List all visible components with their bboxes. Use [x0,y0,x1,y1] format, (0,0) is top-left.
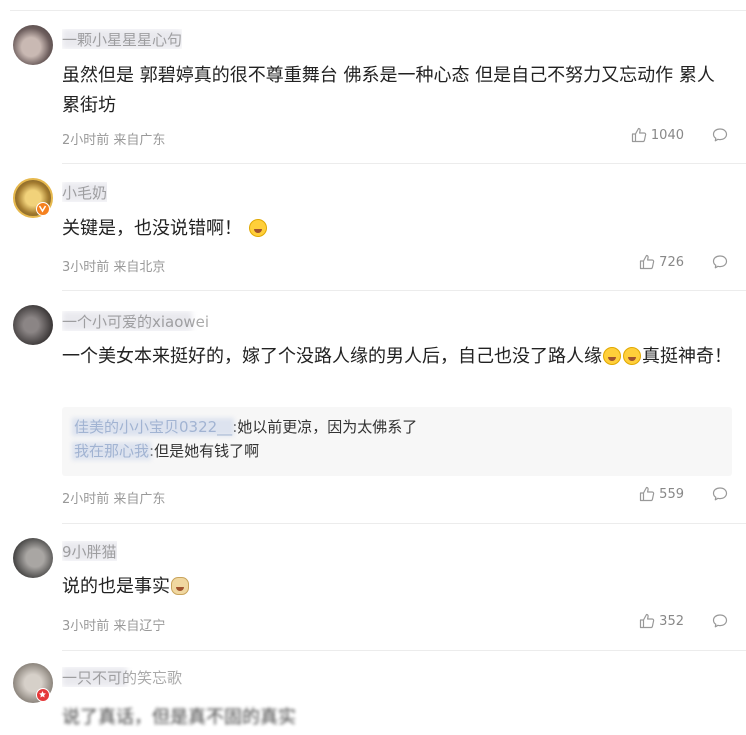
comment-item: 9小胖猫 说的也是事实 3小时前 来自辽宁 352 [0,524,746,651]
reply-text: :但是她有钱了啊 [149,442,260,460]
comment-location: 来自北京 [113,260,166,275]
reply-button[interactable] [712,127,728,143]
username[interactable]: 一个小可爱的xiaowei [62,311,209,331]
username[interactable]: 一只不可的笑忘歌 [62,667,182,687]
thumbs-up-icon [640,486,655,502]
thumbs-up-icon [640,613,655,629]
comment-text: 虽然但是 郭碧婷真的很不尊重舞台 佛系是一种心态 但是自己不努力又忘动作 累人累… [62,65,715,116]
avatar[interactable] [13,305,53,345]
comment-meta: 2小时前 来自广东 [62,488,165,507]
reply-username[interactable]: 我在那心我 [72,439,152,463]
reply-button[interactable] [712,486,728,502]
comment-time: 3小时前 [62,619,110,634]
thumbs-up-icon [640,254,655,270]
avatar[interactable] [13,25,53,65]
comment-text: 一个美女本来挺好的，嫁了个没路人缘的男人后，自己也没了路人缘 真挺神奇！ [62,346,732,367]
comment-location: 来自广东 [113,133,166,148]
avatar[interactable] [13,538,53,578]
username[interactable]: 9小胖猫 [62,541,117,561]
comment-bubble-icon [712,128,728,142]
laugh-cry-emoji [623,347,641,365]
like-count: 352 [659,613,684,629]
comment-text: 说的也是事实 [62,572,732,602]
comment-meta: 2小时前 来自广东 [62,129,165,148]
like-count: 726 [659,254,684,270]
comment-location: 来自辽宁 [113,619,166,634]
comment-bubble-icon [712,255,728,269]
comment-bubble-icon [712,614,728,628]
reply-item: 我在那心我:但是她有钱了啊 [72,439,720,463]
like-button[interactable]: 559 [639,486,684,502]
reply-text: :她以前更凉，因为太佛系了 [232,418,418,436]
comment-time: 3小时前 [62,260,110,275]
comment-item: 小毛奶 关键是，也没说错啊！ 3小时前 来自北京 726 [0,164,746,291]
reply-item: 佳美的小小宝贝0322__:她以前更凉，因为太佛系了 [72,415,720,439]
comment-meta: 3小时前 来自北京 [62,256,165,275]
verified-badge-icon [36,202,50,216]
laugh-cry-emoji [603,347,621,365]
laugh-cry-emoji [248,219,267,237]
comment-item: 一颗小星星星心句 虽然但是 郭碧婷真的很不尊重舞台 佛系是一种心态 但是自己不努… [0,11,746,164]
verified-badge-icon [36,688,50,702]
doge-emoji [171,577,189,595]
thumbs-up-icon [631,127,647,143]
comment-location: 来自广东 [113,492,166,507]
like-button[interactable]: 726 [639,254,684,270]
like-button[interactable]: 352 [639,613,684,629]
comment-item: 一只不可的笑忘歌 说了真话，但是真不固的真实 [0,651,746,735]
username[interactable]: 一颗小星星星心句 [62,29,182,49]
like-count: 1040 [650,127,684,143]
reply-preview-box[interactable]: 佳美的小小宝贝0322__:她以前更凉，因为太佛系了 我在那心我:但是她有钱了啊 [62,407,732,476]
reply-button[interactable] [712,613,728,629]
reply-username[interactable]: 佳美的小小宝贝0322__ [72,415,235,439]
comment-bubble-icon [712,487,728,501]
reply-button[interactable] [712,254,728,270]
username[interactable]: 小毛奶 [62,182,108,202]
comment-meta: 3小时前 来自辽宁 [62,615,165,634]
like-button[interactable]: 1040 [631,127,684,143]
comment-text: 说了真话，但是真不固的真实 [62,707,296,728]
comment-time: 2小时前 [62,133,110,148]
comment-text: 关键是，也没说错啊！ [62,214,732,244]
comment-time: 2小时前 [62,492,110,507]
comment-item: 一个小可爱的xiaowei 一个美女本来挺好的，嫁了个没路人缘的男人后，自己也没… [0,291,746,524]
like-count: 559 [659,486,684,502]
